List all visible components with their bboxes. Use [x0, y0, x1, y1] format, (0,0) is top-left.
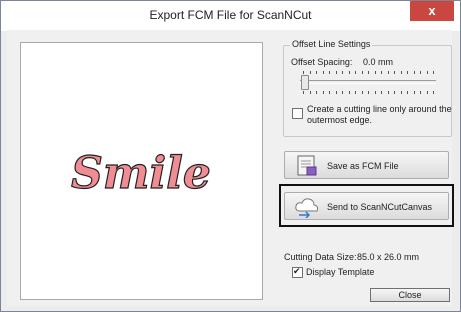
slider-tick — [433, 91, 434, 94]
slider-ticks-top — [303, 71, 435, 74]
slider-tick — [322, 91, 324, 94]
save-fcm-label: Save as FCM File — [327, 161, 399, 171]
slider-tick — [316, 71, 317, 74]
offset-slider-track[interactable] — [300, 80, 436, 84]
slider-tick — [361, 71, 363, 74]
slider-tick — [303, 71, 304, 74]
slider-tick — [420, 71, 421, 74]
send-to-canvas-label: Send to ScanNCutCanvas — [327, 202, 433, 212]
slider-tick — [342, 71, 343, 74]
cutting-line-label-line1: Create a cutting line only around the — [307, 104, 452, 114]
slider-tick — [335, 71, 337, 74]
slider-tick — [407, 71, 408, 74]
slider-ticks-bottom — [303, 91, 435, 94]
slider-tick — [381, 71, 382, 74]
slider-tick — [387, 71, 389, 74]
slider-tick — [420, 91, 421, 94]
title-bar: Export FCM File for ScanNCut x — [1, 1, 460, 31]
slider-tick — [361, 91, 363, 94]
display-template-label: Display Template — [306, 267, 375, 277]
cutting-size-value: 85.0 x 26.0 mm — [357, 252, 420, 262]
slider-tick — [374, 71, 376, 74]
offset-spacing-label: Offset Spacing: — [291, 57, 353, 67]
close-window-button[interactable]: x — [410, 1, 454, 21]
window-title: Export FCM File for ScanNCut — [149, 8, 312, 22]
slider-tick — [335, 91, 337, 94]
slider-tick — [433, 71, 434, 74]
slider-tick — [355, 71, 356, 74]
slider-tick — [329, 71, 330, 74]
close-button[interactable]: Close — [370, 288, 450, 302]
slider-tick — [322, 71, 324, 74]
preview-pane: Smile — [20, 42, 263, 300]
offset-spacing-value: 0.0 mm — [363, 57, 394, 67]
slider-tick — [374, 91, 376, 94]
slider-tick — [368, 71, 369, 74]
slider-tick — [407, 91, 408, 94]
slider-tick — [426, 71, 428, 74]
slider-tick — [348, 71, 350, 74]
slider-tick — [342, 91, 343, 94]
slider-tick — [400, 71, 402, 74]
cutting-size-label: Cutting Data Size: — [284, 252, 357, 262]
cloud-upload-icon — [295, 198, 319, 218]
send-to-canvas-button[interactable]: Send to ScanNCutCanvas — [284, 192, 449, 220]
offset-slider-thumb[interactable] — [301, 75, 309, 90]
slider-tick — [309, 71, 311, 74]
slider-tick — [387, 91, 389, 94]
slider-tick — [381, 91, 382, 94]
cutting-line-checkbox[interactable] — [292, 108, 303, 119]
slider-tick — [368, 91, 369, 94]
smile-preview-text: Smile — [71, 148, 211, 199]
slider-tick — [348, 91, 350, 94]
slider-tick — [400, 91, 402, 94]
slider-tick — [316, 91, 317, 94]
smile-preview-graphic: Smile — [71, 147, 212, 199]
slider-tick — [394, 71, 395, 74]
slider-tick — [426, 91, 428, 94]
slider-tick — [309, 91, 311, 94]
slider-tick — [329, 91, 330, 94]
slider-tick — [413, 91, 415, 94]
slider-tick — [355, 91, 356, 94]
save-fcm-button[interactable]: Save as FCM File — [284, 151, 449, 179]
display-template-checkbox[interactable] — [292, 266, 303, 278]
slider-tick — [394, 91, 395, 94]
slider-tick — [303, 91, 304, 94]
cutting-line-label-line2: outermost edge. — [307, 115, 373, 125]
slider-tick — [413, 71, 415, 74]
fcm-file-icon — [297, 155, 317, 176]
offset-group-legend: Offset Line Settings — [290, 39, 373, 49]
